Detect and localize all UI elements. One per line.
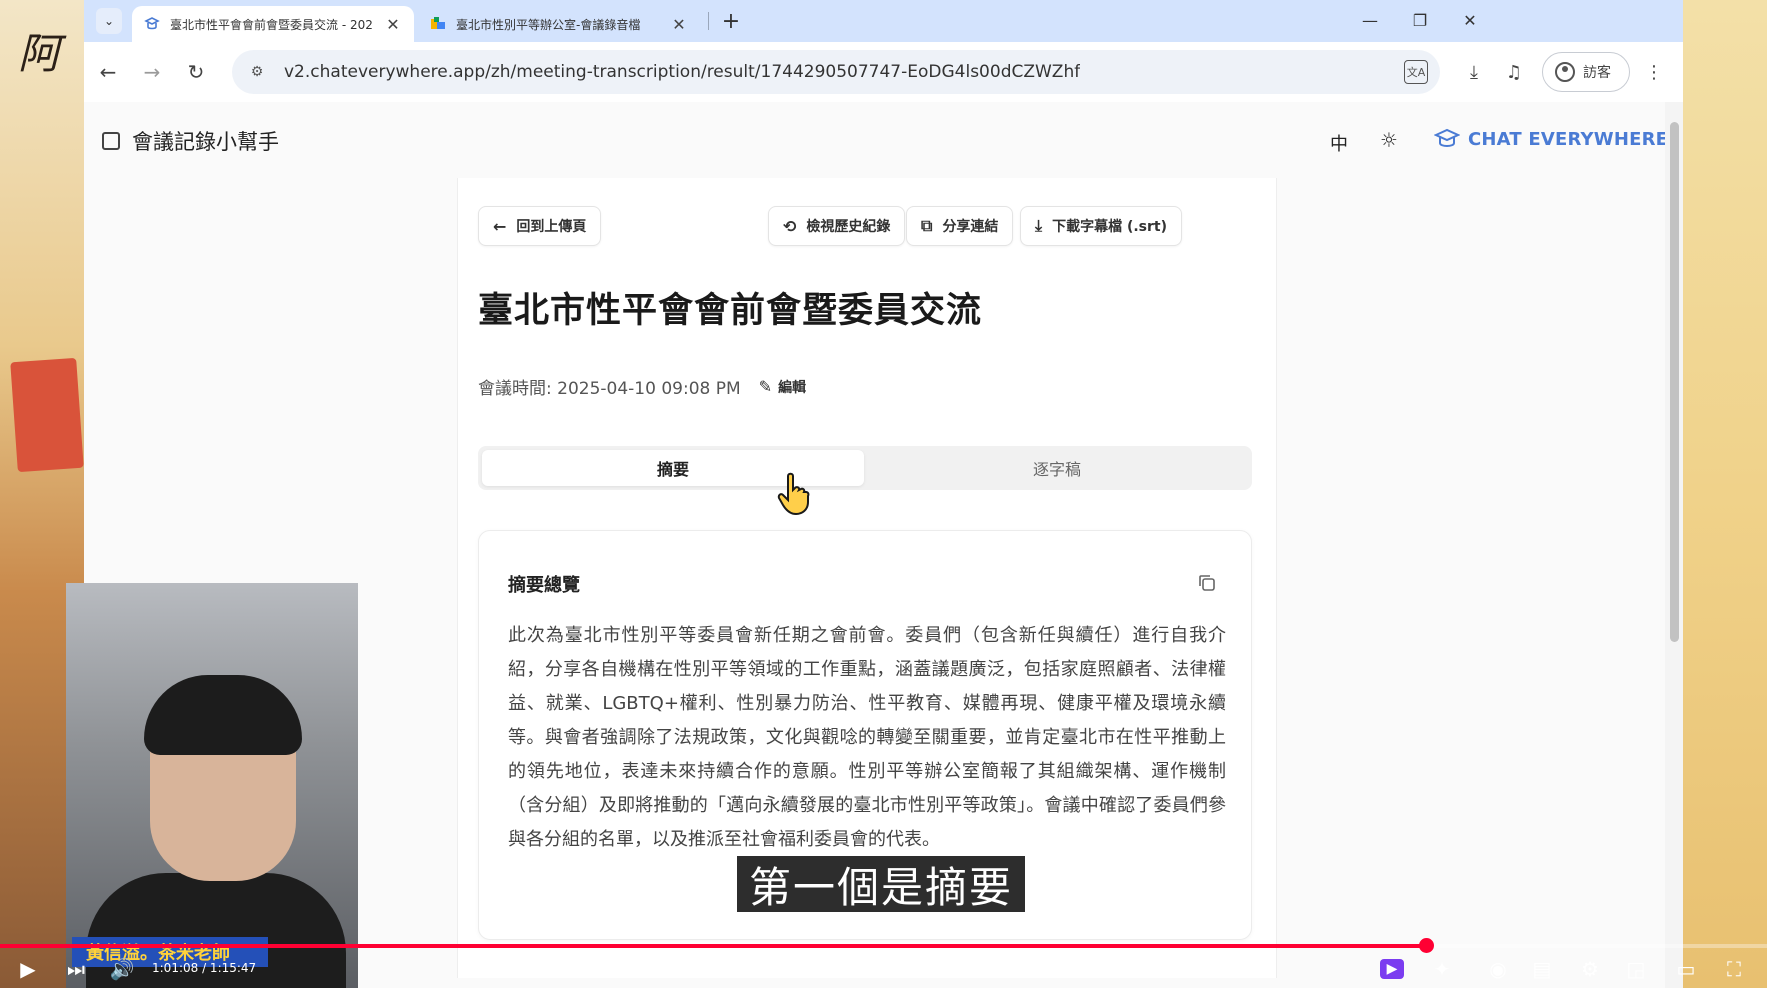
player-controls: ▶ ⏭ 🔊 1:01:08 / 1:15:47 ▶ ✦ ◉ ▤ ⚙ ◲ ▭ ⛶ [0, 950, 1767, 988]
browser-toolbar: ← → ↻ ⚙ v2.chateverywhere.app/zh/meeting… [84, 42, 1683, 102]
background-scrawl: 阿 [18, 29, 61, 78]
back-to-upload-label: 回到上傳頁 [516, 219, 587, 235]
tab-transcript[interactable]: 逐字稿 [866, 450, 1248, 486]
address-bar[interactable]: ⚙ v2.chateverywhere.app/zh/meeting-trans… [232, 50, 1440, 94]
media-control-icon[interactable]: ♫ [1498, 56, 1530, 88]
brand-name: CHAT EVERYWHERE [1468, 128, 1669, 150]
presenter-hair [144, 675, 302, 755]
webcam-overlay: 黃信溢。茶米老師 [66, 583, 358, 988]
volume-icon[interactable]: 🔊 [108, 956, 136, 982]
drive-favicon-icon [430, 16, 446, 32]
page-scrollbar[interactable] [1665, 102, 1683, 988]
edit-label: 編輯 [778, 379, 807, 396]
tab-search-icon[interactable]: ⌄ [96, 8, 122, 34]
tab-strip: ⌄ 臺北市性平會會前會暨委員交流 - 202 ✕ 臺北市性別平等辦公室-會議錄音… [84, 0, 1683, 42]
meeting-time-text: 會議時間: 2025-04-10 09:08 PM [478, 379, 741, 399]
tab-meeting-result[interactable]: 臺北市性平會會前會暨委員交流 - 202 ✕ [132, 6, 414, 42]
settings-gear-icon[interactable]: ⚙ [1576, 956, 1604, 982]
history-icon: ⟲ [783, 216, 797, 236]
hand-cursor-icon [777, 472, 810, 516]
tab-divider [708, 12, 709, 30]
back-arrow-icon[interactable]: ← [92, 56, 124, 88]
video-subtitle: 第一個是摘要 [737, 856, 1026, 912]
meeting-time: 會議時間: 2025-04-10 09:08 PM ✎ 編輯 [478, 374, 806, 399]
scrollbar-thumb[interactable] [1670, 122, 1679, 642]
kebab-menu-icon[interactable]: ⋮ [1638, 56, 1670, 88]
app-header: 會議記錄小幫手 中 ☼ CHAT EVERYWHERE [84, 102, 1683, 178]
graduation-cap-icon [1434, 128, 1460, 147]
autoplay-toggle-icon[interactable]: ◉ [1484, 956, 1512, 982]
premium-icon[interactable]: ▶ [1380, 959, 1404, 979]
time-display: 1:01:08 / 1:15:47 [152, 961, 257, 975]
share-link-label: 分享連結 [942, 219, 999, 235]
summary-heading: 摘要總覽 [508, 575, 580, 596]
download-srt-label: 下載字幕檔 (.srt) [1052, 219, 1167, 235]
sparkle-icon[interactable]: ✦ [1428, 956, 1456, 982]
minimize-icon[interactable]: — [1350, 6, 1390, 34]
edit-time-button[interactable]: ✎ 編輯 [759, 377, 806, 397]
restore-icon[interactable]: ❐ [1400, 6, 1440, 34]
app-title[interactable]: 會議記錄小幫手 [102, 126, 279, 156]
tab-recording-folder[interactable]: 臺北市性別平等辦公室-會議錄音檔 ✕ [418, 6, 700, 42]
copy-link-icon: ⧉ [921, 216, 933, 235]
tab-close-icon[interactable]: ✕ [670, 15, 688, 34]
profile-button[interactable]: 訪客 [1542, 52, 1630, 92]
translate-icon[interactable]: 文A [1404, 60, 1428, 84]
url-text: v2.chateverywhere.app/zh/meeting-transcr… [284, 62, 1081, 82]
site-settings-icon[interactable]: ⚙ [246, 61, 268, 83]
profile-label: 訪客 [1583, 65, 1611, 81]
back-to-upload-button[interactable]: ← 回到上傳頁 [478, 206, 602, 246]
view-history-button[interactable]: ⟲ 檢視歷史紀錄 [768, 206, 906, 246]
captions-icon[interactable]: ▤ [1528, 956, 1556, 982]
tab-close-icon[interactable]: ✕ [384, 15, 402, 34]
miniplayer-icon[interactable]: ◲ [1622, 956, 1650, 982]
fullscreen-icon[interactable]: ⛶ [1720, 956, 1748, 982]
download-icon: ⤓ [1035, 216, 1043, 235]
summary-text: 此次為臺北市性別平等委員會新任期之會前會。委員們（包含新任與續任）進行自我介紹，… [508, 625, 1226, 850]
view-history-label: 檢視歷史紀錄 [806, 219, 891, 235]
share-link-button[interactable]: ⧉ 分享連結 [906, 206, 1014, 246]
progress-played [0, 944, 1426, 948]
copy-icon[interactable] [1197, 573, 1217, 593]
play-icon[interactable]: ▶ [14, 956, 42, 982]
forward-arrow-icon[interactable]: → [136, 56, 168, 88]
chateverywhere-favicon-icon [144, 16, 160, 32]
next-icon[interactable]: ⏭ [62, 956, 90, 982]
reload-icon[interactable]: ↻ [180, 56, 212, 88]
close-window-icon[interactable]: ✕ [1450, 6, 1490, 34]
view-tabs: 摘要 逐字稿 [478, 446, 1252, 490]
sun-icon[interactable]: ☼ [1380, 128, 1398, 152]
notes-icon [102, 132, 120, 150]
background-book-art [10, 357, 84, 473]
language-toggle[interactable]: 中 [1330, 130, 1348, 156]
arrow-left-icon: ← [493, 216, 507, 236]
avatar-icon [1555, 62, 1575, 82]
pencil-icon: ✎ [758, 377, 773, 396]
video-frame: 阿 ⌄ 臺北市性平會會前會暨委員交流 - 202 ✕ 臺北市性別平等辦公室-會議… [0, 0, 1767, 988]
tab-title: 臺北市性平會會前會暨委員交流 - 202 [170, 17, 373, 32]
page-title: 臺北市性平會會前會暨委員交流 [478, 291, 983, 331]
new-tab-icon[interactable]: + [718, 8, 744, 34]
app-title-text: 會議記錄小幫手 [132, 130, 279, 154]
download-srt-button[interactable]: ⤓ 下載字幕檔 (.srt) [1020, 206, 1182, 246]
tab-title: 臺北市性別平等辦公室-會議錄音檔 [456, 17, 641, 32]
brand-logo[interactable]: CHAT EVERYWHERE [1434, 128, 1668, 150]
theater-mode-icon[interactable]: ▭ [1672, 956, 1700, 982]
download-icon[interactable]: ⤓ [1458, 56, 1490, 88]
background-right-art [1682, 0, 1767, 988]
